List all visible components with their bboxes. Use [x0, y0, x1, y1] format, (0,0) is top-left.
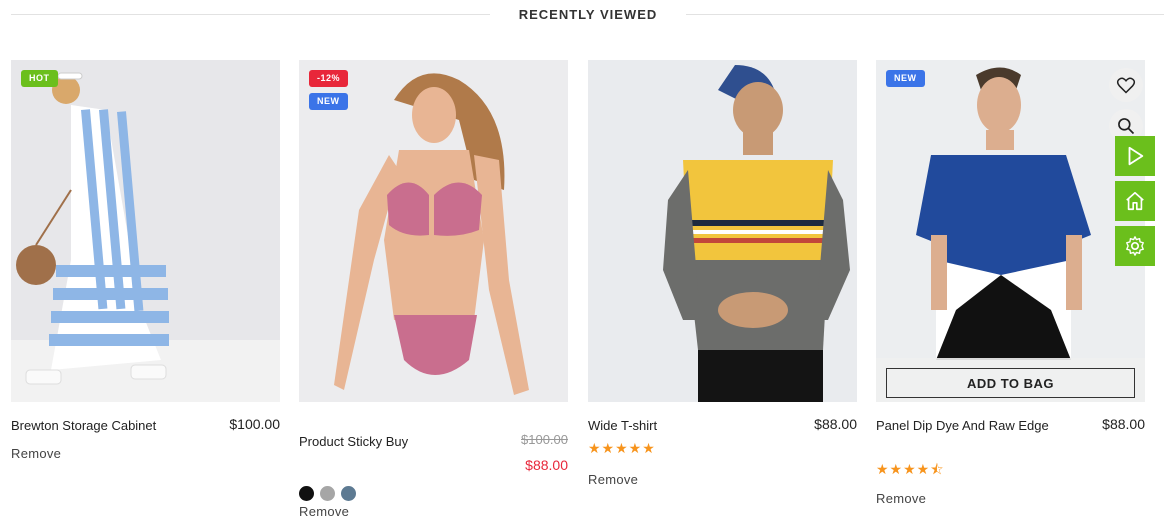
discount-badge: -12% — [309, 70, 349, 87]
product-price: $88.00 — [1102, 416, 1145, 432]
swatch-gray[interactable] — [320, 486, 335, 501]
product-card[interactable]: HOT Brewton Storage Cabinet $100.00 Remo… — [11, 60, 280, 461]
product-image[interactable] — [588, 60, 857, 402]
section-header: RECENTLY VIEWED — [0, 0, 1164, 30]
product-photo — [11, 72, 280, 402]
hot-badge: HOT — [21, 70, 58, 87]
product-image[interactable]: HOT — [11, 60, 280, 402]
settings-button[interactable] — [1115, 226, 1155, 266]
demo-play-button[interactable] — [1115, 136, 1155, 176]
side-toolbar — [1115, 136, 1155, 271]
new-badge: NEW — [886, 70, 925, 87]
divider — [686, 14, 1164, 15]
add-to-bag-button[interactable]: ADD TO BAG — [886, 368, 1135, 398]
swatch-black[interactable] — [299, 486, 314, 501]
home-button[interactable] — [1115, 181, 1155, 221]
search-icon — [1118, 118, 1135, 135]
gear-icon — [1126, 236, 1144, 256]
product-image[interactable]: -12% NEW — [299, 60, 568, 402]
sale-price: $88.00 — [525, 457, 568, 473]
new-badge: NEW — [309, 93, 348, 110]
swatch-blue[interactable] — [341, 486, 356, 501]
color-swatches — [299, 486, 356, 501]
product-card[interactable]: NEW ADD TO BAG Panel Dip Dye And Raw Edg… — [876, 60, 1145, 506]
play-icon — [1128, 146, 1144, 166]
product-image[interactable]: NEW ADD TO BAG — [876, 60, 1145, 402]
product-name[interactable]: Panel Dip Dye And Raw Edge — [876, 416, 1051, 435]
remove-link[interactable]: Remove — [876, 491, 926, 506]
wishlist-button[interactable] — [1109, 68, 1143, 102]
add-to-bag-bar: ADD TO BAG — [876, 358, 1145, 402]
product-photo — [334, 73, 529, 395]
product-price: $88.00 — [814, 416, 857, 432]
product-name[interactable]: Wide T-shirt — [588, 416, 657, 435]
remove-link[interactable]: Remove — [299, 504, 349, 519]
product-photo — [916, 67, 1091, 360]
product-name[interactable]: Product Sticky Buy — [299, 432, 408, 451]
product-photo — [663, 65, 850, 402]
home-icon — [1126, 191, 1144, 211]
heart-icon — [1116, 77, 1136, 94]
product-name[interactable]: Brewton Storage Cabinet — [11, 416, 156, 435]
old-price: $100.00 — [521, 432, 568, 447]
remove-link[interactable]: Remove — [11, 446, 61, 461]
product-card[interactable]: -12% NEW Product Sticky Buy $100.00 $88.… — [299, 60, 568, 519]
remove-link[interactable]: Remove — [588, 472, 638, 487]
product-card[interactable]: Wide T-shirt $88.00 ★★★★★ Remove — [588, 60, 857, 487]
rating-stars: ★★★★⯪ — [876, 461, 945, 477]
product-price: $100.00 — [229, 416, 280, 432]
rating-stars: ★★★★★ — [588, 440, 656, 456]
